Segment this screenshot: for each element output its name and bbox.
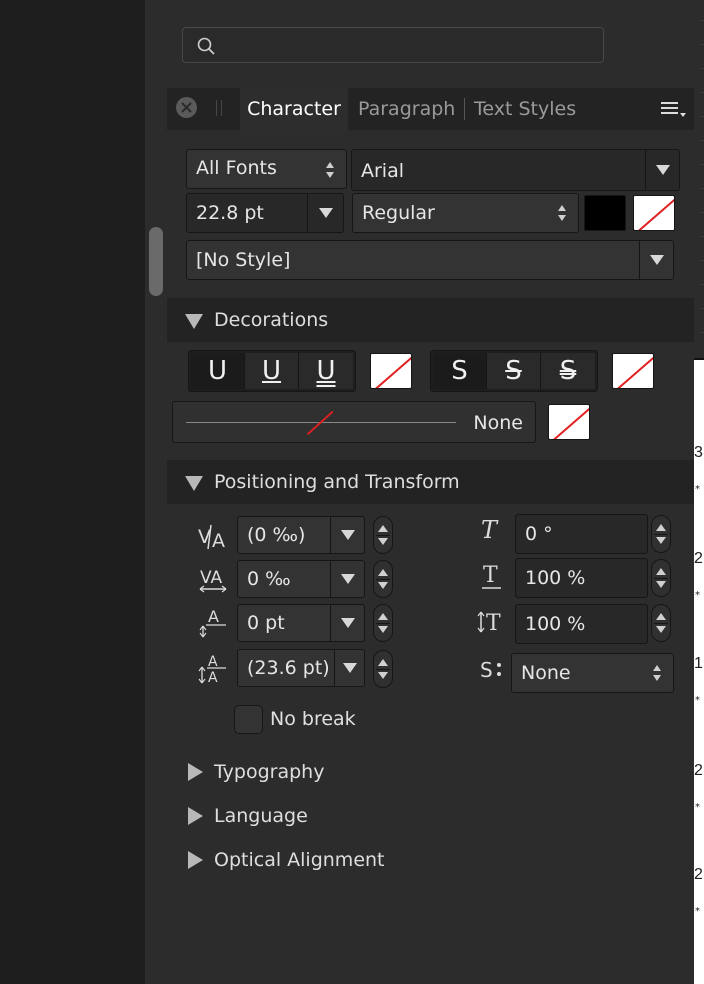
section-optical-alignment[interactable]: Optical Alignment (167, 838, 694, 882)
shear-icon: T (479, 516, 511, 548)
search-icon (197, 37, 215, 59)
doc-number: 3 (694, 444, 703, 461)
chevron-down-icon[interactable] (639, 241, 673, 279)
panel-gutter (145, 0, 167, 984)
chevron-down-icon[interactable] (307, 194, 343, 232)
search-input[interactable] (182, 27, 604, 63)
vertical-scale-stepper[interactable] (651, 559, 671, 597)
tab-paragraph[interactable]: Paragraph (358, 88, 455, 130)
svg-text:A: A (208, 607, 219, 626)
svg-text:T: T (481, 516, 499, 544)
left-canvas-strip (0, 0, 145, 984)
doc-number: 1 (694, 655, 703, 672)
vertical-scale-input[interactable]: 100 % (515, 558, 648, 598)
underline-segmented-control: U U U (188, 350, 356, 392)
document-canvas-edge: 3 * 2 * 1 * 2 * 2 * (694, 0, 704, 984)
typographic-case-select[interactable]: None (511, 653, 674, 693)
vertical-scale-icon: T (479, 561, 511, 593)
panel-scrollbar-thumb[interactable] (149, 227, 163, 296)
svg-text:A: A (212, 530, 225, 552)
horizontal-scale-input[interactable]: 100 % (515, 604, 648, 644)
font-family-combo[interactable]: Arial (351, 149, 680, 191)
section-positioning-and-transform[interactable]: Positioning and Transform (167, 460, 694, 504)
strikethrough-single-button[interactable]: S (487, 353, 541, 389)
text-background-no-fill-swatch[interactable] (633, 195, 675, 231)
no-break-checkbox[interactable] (234, 705, 263, 734)
updown-arrows-icon (326, 160, 336, 180)
drag-grip-icon[interactable] (216, 100, 222, 116)
disclosure-collapsed-icon (188, 807, 203, 825)
updown-arrows-icon (653, 663, 663, 683)
strikethrough-color-no-fill-swatch[interactable] (612, 353, 654, 389)
section-decorations[interactable]: Decorations (167, 298, 694, 342)
tab-text-styles[interactable]: Text Styles (474, 88, 576, 130)
section-typography[interactable]: Typography (167, 750, 694, 794)
svg-text:VA: VA (200, 568, 223, 588)
doc-number: 2 (694, 762, 703, 779)
underline-single-button[interactable]: U (245, 353, 299, 389)
chevron-down-icon[interactable] (645, 150, 679, 190)
line-color-no-fill-swatch[interactable] (548, 404, 590, 440)
no-break-label: No break (270, 708, 356, 730)
tracking-icon: VA (198, 521, 230, 553)
panel-menu-icon[interactable] (661, 101, 687, 123)
underline-color-no-fill-swatch[interactable] (370, 353, 412, 389)
chevron-down-icon[interactable] (330, 605, 364, 641)
svg-text:S: S (480, 658, 493, 682)
text-fill-color-swatch[interactable] (584, 195, 626, 231)
character-style-select[interactable]: [No Style] (186, 240, 674, 280)
disclosure-collapsed-icon (188, 851, 203, 869)
chevron-down-icon[interactable] (334, 650, 364, 686)
chevron-down-icon[interactable] (330, 561, 364, 597)
updown-arrows-icon (558, 203, 568, 223)
horizontal-scale-icon: T (477, 608, 509, 640)
strikethrough-double-button[interactable]: S (541, 353, 595, 389)
tracking-stepper[interactable] (373, 516, 393, 554)
underline-off-button[interactable]: U (191, 353, 245, 389)
font-collection-select[interactable]: All Fonts (186, 149, 347, 189)
line-style-select[interactable]: None (172, 401, 536, 443)
typographic-case-icon: S (479, 657, 511, 689)
tab-character[interactable]: Character (240, 88, 348, 130)
baseline-shift-icon: A (198, 606, 230, 638)
font-size-combo[interactable]: 22.8 pt (186, 193, 344, 233)
disclosure-collapsed-icon (188, 763, 203, 781)
shear-input[interactable]: 0 ° (515, 514, 648, 554)
baseline-shift-stepper[interactable] (373, 604, 393, 642)
underline-double-button[interactable]: U (299, 353, 353, 389)
font-style-select[interactable]: Regular (352, 193, 579, 233)
kerning-icon: VA (198, 563, 230, 595)
strikethrough-off-button[interactable]: S (433, 353, 487, 389)
baseline-shift-combo[interactable]: 0 pt (237, 604, 365, 642)
svg-text:T: T (483, 563, 498, 588)
leading-icon: AA (198, 653, 230, 686)
svg-text:T: T (486, 611, 501, 636)
leading-combo[interactable]: (23.6 pt) (237, 649, 365, 687)
close-icon (181, 102, 192, 113)
section-language[interactable]: Language (167, 794, 694, 838)
kerning-stepper[interactable] (373, 560, 393, 598)
panel-tab-bar: Character Paragraph Text Styles (167, 88, 694, 130)
strikethrough-segmented-control: S S S (430, 350, 598, 392)
disclosure-expanded-icon (185, 476, 203, 491)
doc-number: 2 (694, 550, 703, 567)
kerning-combo[interactable]: 0 ‰ (237, 560, 365, 598)
shear-stepper[interactable] (651, 515, 671, 553)
tracking-combo[interactable]: (0 ‰) (237, 516, 365, 554)
horizontal-scale-stepper[interactable] (651, 604, 671, 642)
svg-text:A: A (208, 670, 218, 685)
disclosure-expanded-icon (185, 314, 203, 329)
doc-number: 2 (694, 866, 703, 883)
leading-stepper[interactable] (373, 650, 393, 688)
chevron-down-icon[interactable] (330, 517, 364, 553)
close-panel-button[interactable] (176, 97, 197, 118)
